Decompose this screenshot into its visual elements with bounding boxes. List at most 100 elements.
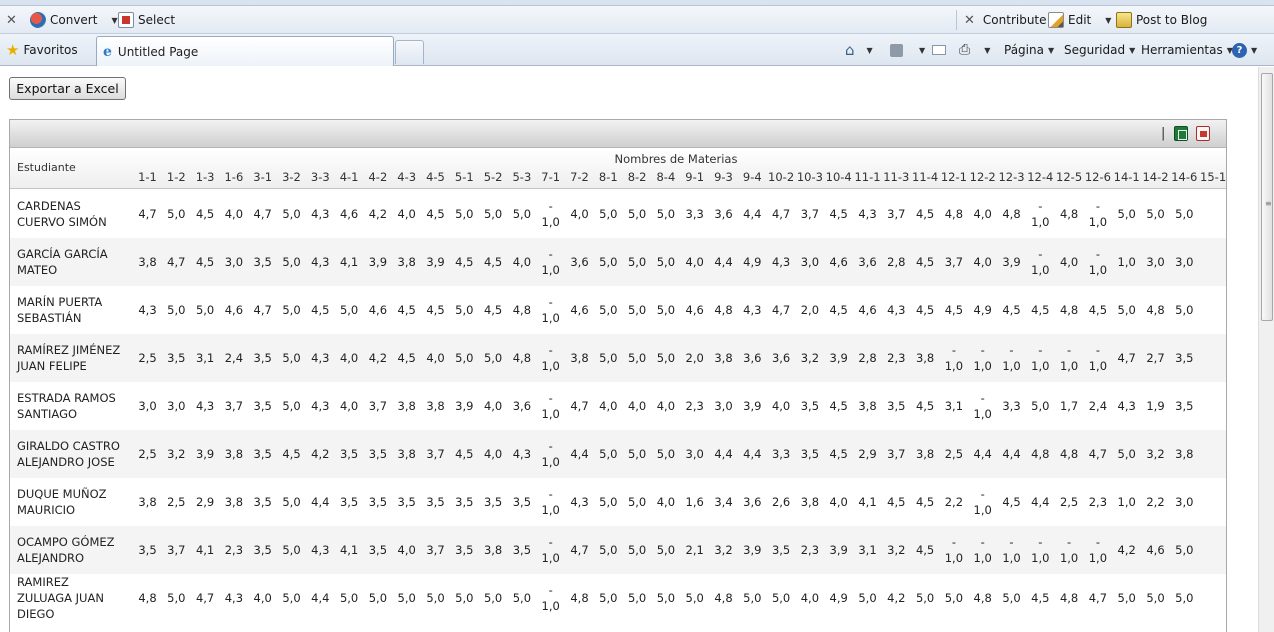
favorites-label: Favoritos [23,43,78,57]
grade-cell: 5,0 [455,303,474,317]
subject-column-header[interactable]: 3-1 [248,170,277,184]
student-column-header[interactable]: Estudiante [17,161,76,174]
subject-column-header[interactable]: 4-2 [363,170,392,184]
grade-cell: 5,0 [656,591,676,605]
subject-column-header[interactable]: 12-3 [997,170,1026,184]
convert-button[interactable]: Convert ▼ [30,6,118,34]
grade-cell: 4,1 [195,543,215,557]
security-menu[interactable]: Seguridad ▼ [1064,34,1135,66]
chevron-down-icon[interactable]: ▼ [111,16,117,25]
favorites-button[interactable]: ★ Favoritos [6,34,78,66]
subject-column-header[interactable]: 12-1 [939,170,968,184]
grade-cell: 4,5 [915,495,935,509]
grade-cell: 5,0 [1175,207,1194,221]
grade-cell: 3,6 [743,495,762,509]
subject-column-header[interactable]: 1-2 [162,170,191,184]
grade-cell: 4,5 [915,207,935,221]
excel-export-icon[interactable] [1174,126,1188,141]
chevron-down-icon[interactable]: ▼ [919,46,925,55]
grade-cell: 4,4 [1031,495,1050,509]
subject-column-header[interactable]: 12-5 [1055,170,1084,184]
subject-column-header[interactable]: 4-1 [335,170,364,184]
subject-column-header[interactable]: 7-2 [565,170,594,184]
home-button[interactable]: ⌂ ▼ [845,34,873,66]
subject-column-header[interactable]: 1-6 [219,170,248,184]
export-to-excel-button[interactable]: Exportar a Excel [9,77,126,100]
subject-column-header[interactable]: 15-1 [1199,170,1228,184]
grade-cell: 4,8 [570,591,589,605]
chevron-down-icon[interactable]: ▼ [867,46,873,55]
select-label: Select [138,13,176,27]
subject-column-header[interactable]: 11-1 [853,170,882,184]
grade-cell: 4,5 [829,303,848,317]
post-to-blog-button[interactable]: Post to Blog [1116,6,1207,34]
grade-cell: 4,3 [771,255,791,269]
subject-column-header[interactable]: 8-1 [594,170,623,184]
select-button[interactable]: Select [118,6,175,34]
subject-column-header[interactable]: 1-3 [191,170,220,184]
subject-column-header[interactable]: 3-3 [306,170,335,184]
student-name-line: ZULUAGA JUAN [17,591,104,605]
subject-column-header[interactable]: 4-3 [392,170,421,184]
subject-column-header[interactable]: 9-3 [709,170,738,184]
chevron-down-icon[interactable]: ▼ [1105,16,1111,25]
subject-column-header[interactable]: 12-4 [1026,170,1055,184]
grade-cell: 2,3 [224,543,244,557]
subject-column-header[interactable]: 5-2 [479,170,508,184]
edit-button[interactable]: Edit ▼ [1048,6,1111,34]
subject-column-header[interactable]: 14-2 [1141,170,1170,184]
print-button[interactable]: ⎙ ▼ [959,34,990,66]
grade-cell: 3,8 [397,447,416,461]
subject-column-header[interactable]: 11-3 [882,170,911,184]
subject-column-header[interactable]: 5-1 [450,170,479,184]
grade-cell: 3,5 [1175,399,1194,413]
feeds-button[interactable]: ▼ [890,34,925,66]
close-icon: ✕ [6,12,17,28]
tools-menu[interactable]: Herramientas ▼ [1141,34,1233,66]
contribute-button[interactable]: ✕ Contribute [964,6,1047,34]
grade-cell: 5,0 [599,447,618,461]
subject-column-header[interactable]: 10-2 [767,170,796,184]
subject-column-header[interactable]: 5-3 [507,170,536,184]
close-toolbar-button[interactable]: ✕ [6,6,17,34]
mail-button[interactable] [932,34,946,66]
subject-column-header[interactable]: 9-1 [680,170,709,184]
grade-cell: 4,3 [311,255,330,269]
help-button[interactable]: ? ▼ [1232,34,1257,66]
subject-column-header[interactable]: 10-3 [795,170,824,184]
subject-column-header[interactable]: 4-5 [421,170,450,184]
subject-column-header[interactable]: 12-6 [1083,170,1112,184]
grade-cell: 4,7 [570,399,589,413]
grade-cell: 4,5 [1002,495,1021,509]
grade-cell: 3,5 [253,495,272,509]
subject-column-header[interactable]: 8-2 [623,170,652,184]
subject-column-header[interactable]: 10-4 [824,170,853,184]
grade-cell: 4,7 [771,303,791,317]
subject-column-header[interactable]: 14-6 [1170,170,1199,184]
grade-cell: 3,3 [771,447,791,461]
close-icon[interactable]: ✕ [964,13,975,28]
vertical-scrollbar[interactable]: ≡ [1258,67,1274,632]
grade-cell: 5,0 [1031,399,1050,413]
subject-column-header[interactable]: 12-2 [968,170,997,184]
subject-column-header[interactable]: 8-4 [651,170,680,184]
tab-untitled-page[interactable]: e Untitled Page [96,36,394,66]
new-tab-button[interactable] [395,40,424,64]
subject-column-header[interactable]: 1-1 [133,170,162,184]
chevron-down-icon[interactable]: ▼ [984,46,990,55]
page-menu[interactable]: Página ▼ [1004,34,1054,66]
grade-cell: 4,7 [167,255,186,269]
grade-cell: 4,2 [368,351,388,365]
subject-column-header[interactable]: 11-4 [911,170,940,184]
subject-column-header[interactable]: 7-1 [536,170,565,184]
scrollbar-thumb[interactable]: ≡ [1261,73,1273,321]
pdf-export-icon[interactable] [1196,126,1210,141]
grade-cell: 3,5 [397,495,416,509]
subject-column-header[interactable]: 14-1 [1112,170,1141,184]
subject-column-header[interactable]: 3-2 [277,170,306,184]
subject-column-header[interactable]: 9-4 [738,170,767,184]
grade-cell: 3,5 [253,255,272,269]
grade-cell: 5,0 [512,591,532,605]
grade-cell: 3,7 [167,543,186,557]
student-name: MARÍN PUERTA SEBASTIÁN [17,294,127,326]
